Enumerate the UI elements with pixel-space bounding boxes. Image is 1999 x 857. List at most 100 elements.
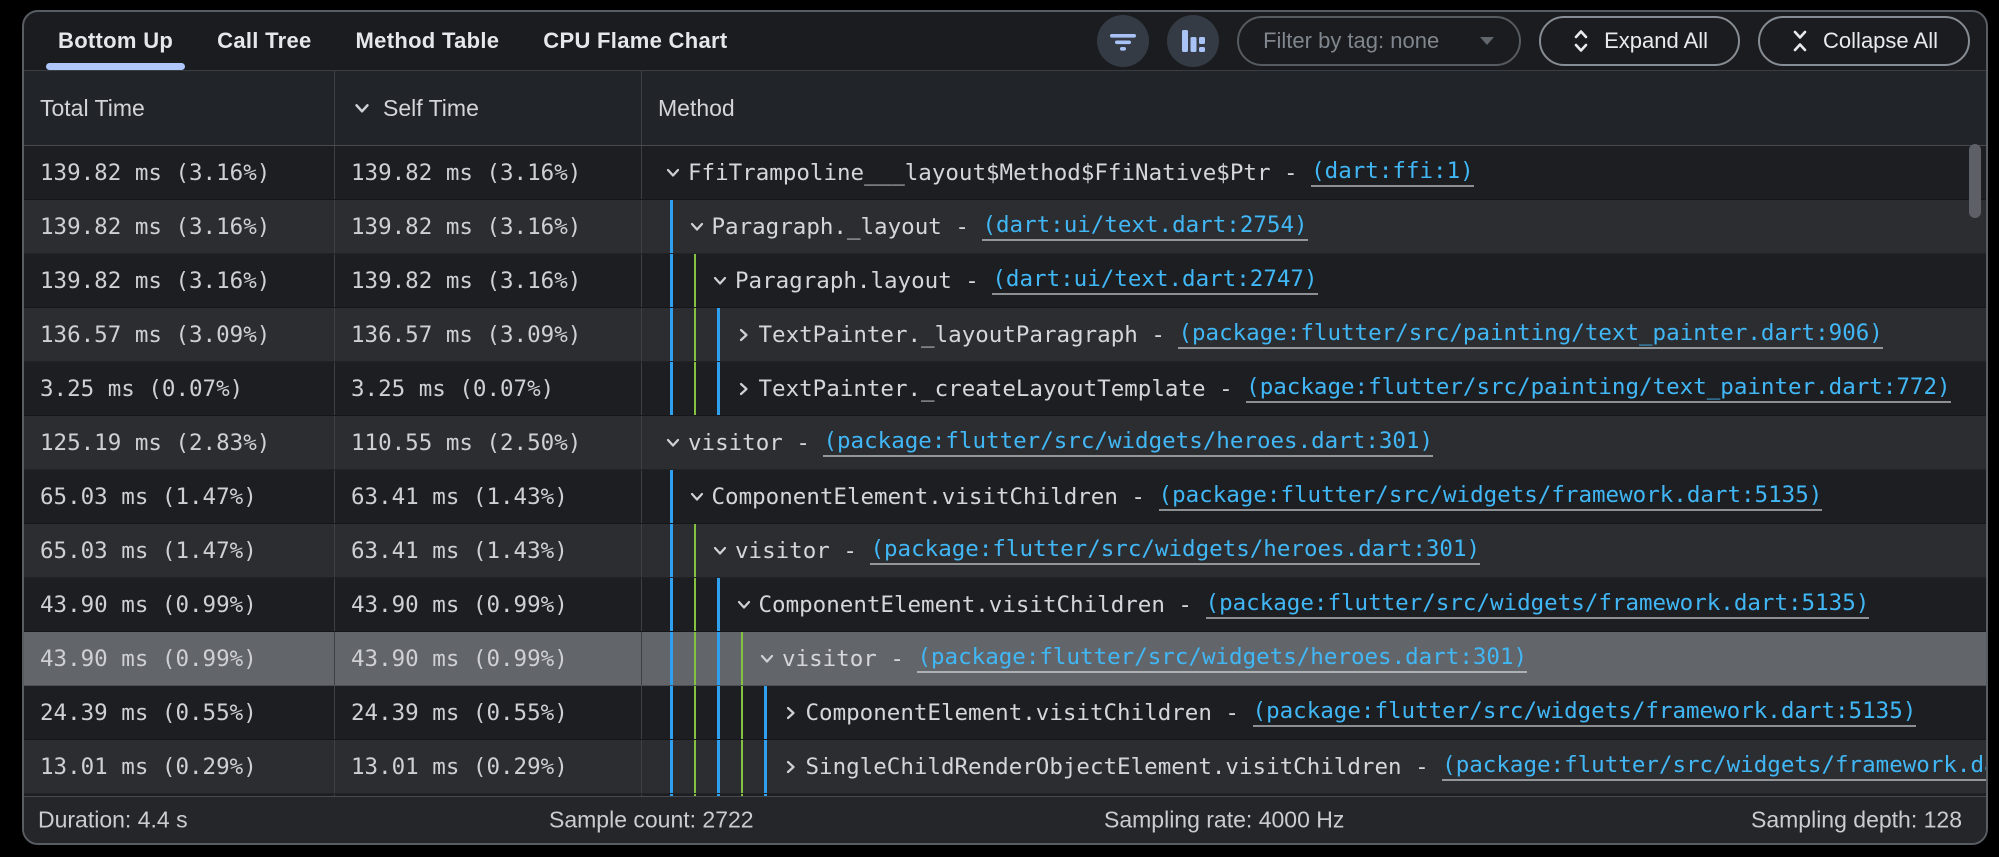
chevron-down-icon[interactable] — [663, 163, 683, 183]
tree-guide-line — [670, 308, 673, 361]
tree-guide-line — [694, 524, 697, 577]
source-link[interactable]: (dart:ffi:1) — [1311, 158, 1474, 187]
chevron-down-icon[interactable] — [710, 541, 730, 561]
chevron-down-icon[interactable] — [734, 595, 754, 615]
source-link[interactable]: (package:flutter/src/widgets/framework.d… — [1442, 752, 1986, 781]
table-row[interactable]: 43.90 ms (0.99%)43.90 ms (0.99%)Componen… — [24, 578, 1986, 632]
source-link[interactable]: (dart:ui/text.dart:2747) — [992, 266, 1317, 295]
self-time-cell: 110.55 ms (2.50%) — [335, 416, 642, 469]
tree-guide-line — [741, 740, 744, 793]
chevron-right-icon[interactable] — [734, 325, 754, 345]
display-options-button[interactable] — [1167, 15, 1219, 67]
method-cell: TextPainter._createLayoutTemplate - (pac… — [642, 362, 1986, 415]
column-header-method[interactable]: Method — [642, 71, 1986, 145]
total-time-cell: 3.25 ms (0.07%) — [24, 362, 335, 415]
expand-all-button[interactable]: Expand All — [1539, 16, 1740, 66]
chevron-down-icon[interactable] — [710, 271, 730, 291]
total-time-header-label: Total Time — [40, 95, 145, 122]
status-footer: Duration: 4.4 s Sample count: 2722 Sampl… — [24, 796, 1986, 843]
tab-label: CPU Flame Chart — [543, 28, 727, 54]
table-row[interactable]: 125.19 ms (2.83%)110.55 ms (2.50%)visito… — [24, 416, 1986, 470]
table-row[interactable]: 13.01 ms (0.29%)13.01 ms (0.29%)SingleCh… — [24, 740, 1986, 794]
source-link[interactable]: (package:flutter/src/widgets/heroes.dart… — [917, 644, 1527, 673]
tree-guide-line — [670, 686, 673, 739]
tab-call-tree[interactable]: Call Tree — [195, 12, 333, 70]
tab-label: Bottom Up — [58, 28, 173, 54]
source-link[interactable]: (package:flutter/src/painting/text_paint… — [1246, 374, 1950, 403]
filter-list-icon — [1109, 27, 1137, 55]
filter-by-tag-dropdown[interactable]: Filter by tag: none — [1237, 16, 1521, 66]
sampling-depth-stat: Sampling depth: 128 — [1751, 807, 1962, 834]
chevron-down-icon[interactable] — [687, 217, 707, 237]
table-row[interactable]: 43.90 ms (0.99%)43.90 ms (0.99%)visitor … — [24, 632, 1986, 686]
source-link[interactable]: (package:flutter/src/widgets/framework.d… — [1206, 590, 1870, 619]
chevron-right-icon[interactable] — [734, 379, 754, 399]
method-cell: ComponentElement.visitChildren - (packag… — [642, 686, 1986, 739]
tab-bottom-up[interactable]: Bottom Up — [36, 12, 195, 70]
table-row[interactable]: 65.03 ms (1.47%)63.41 ms (1.43%)visitor … — [24, 524, 1986, 578]
method-separator: - — [1212, 700, 1253, 726]
tree-guide-line — [741, 632, 744, 685]
table-row[interactable]: 3.25 ms (0.07%)3.25 ms (0.07%)TextPainte… — [24, 362, 1986, 416]
tab-label: Method Table — [356, 28, 500, 54]
source-link[interactable]: (package:flutter/src/painting/text_paint… — [1178, 320, 1882, 349]
method-separator: - — [783, 430, 824, 456]
chevron-down-icon[interactable] — [663, 433, 683, 453]
chevron-down-icon[interactable] — [687, 487, 707, 507]
chevron-right-icon[interactable] — [781, 757, 801, 777]
source-link[interactable]: (package:flutter/src/widgets/framework.d… — [1253, 698, 1917, 727]
source-link[interactable]: (package:flutter/src/widgets/heroes.dart… — [823, 428, 1433, 457]
total-time-cell: 65.03 ms (1.47%) — [24, 470, 335, 523]
sample-count-stat: Sample count: 2722 — [549, 807, 754, 834]
cpu-profiler-panel: Bottom Up Call Tree Method Table CPU Flame … — [22, 10, 1988, 845]
method-name: ComponentElement.visitChildren — [712, 484, 1118, 510]
table-row[interactable]: 136.57 ms (3.09%)136.57 ms (3.09%)TextPa… — [24, 308, 1986, 362]
table-row[interactable]: 24.39 ms (0.55%)24.39 ms (0.55%)Componen… — [24, 686, 1986, 740]
filter-button[interactable] — [1097, 15, 1149, 67]
source-link[interactable]: (package:flutter/src/widgets/heroes.dart… — [870, 536, 1480, 565]
tree-guide-line — [670, 740, 673, 793]
source-link[interactable]: (dart:ui/text.dart:2754) — [982, 212, 1307, 241]
tree-guide-line — [741, 686, 744, 739]
total-time-cell: 43.90 ms (0.99%) — [24, 632, 335, 685]
self-time-cell: 63.41 ms (1.43%) — [335, 470, 642, 523]
tree-guide-line — [694, 578, 697, 631]
table-row[interactable]: 65.03 ms (1.47%)63.41 ms (1.43%) Componen… — [24, 470, 1986, 524]
self-time-cell: 43.90 ms (0.99%) — [335, 632, 642, 685]
table-row[interactable]: 139.82 ms (3.16%)139.82 ms (3.16%)FfiTra… — [24, 146, 1986, 200]
profiler-tabs: Bottom Up Call Tree Method Table CPU Flame … — [24, 12, 750, 70]
tab-cpu-flame-chart[interactable]: CPU Flame Chart — [521, 12, 749, 70]
tree-guide-line — [717, 686, 720, 739]
method-cell: TextPainter._layoutParagraph - (package:… — [642, 308, 1986, 361]
chevron-right-icon[interactable] — [781, 703, 801, 723]
chevron-down-icon[interactable] — [757, 649, 777, 669]
collapse-all-button[interactable]: Collapse All — [1758, 16, 1970, 66]
method-name: ComponentElement.visitChildren — [806, 700, 1212, 726]
method-cell: SingleChildRenderObjectElement.visitChil… — [642, 740, 1986, 793]
table-row[interactable]: 139.82 ms (3.16%)139.82 ms (3.16%)Paragr… — [24, 254, 1986, 308]
table-row[interactable]: 139.82 ms (3.16%)139.82 ms (3.16%)Paragr… — [24, 200, 1986, 254]
self-time-cell: 139.82 ms (3.16%) — [335, 254, 642, 307]
self-time-cell: 139.82 ms (3.16%) — [335, 146, 642, 199]
method-name: ComponentElement.visitChildren — [759, 592, 1165, 618]
tree-guide-line — [694, 362, 697, 415]
tree-guide-line — [694, 632, 697, 685]
column-header-total-time[interactable]: Total Time — [24, 71, 335, 145]
vertical-scrollbar-thumb[interactable] — [1969, 144, 1981, 218]
column-header-self-time[interactable]: Self Time — [335, 71, 642, 145]
source-link[interactable]: (package:flutter/src/widgets/framework.d… — [1159, 482, 1823, 511]
method-separator: - — [1165, 592, 1206, 618]
tree-guide-line — [717, 740, 720, 793]
method-cell: visitor - (package:flutter/src/widgets/h… — [642, 632, 1986, 685]
self-time-cell: 63.41 ms (1.43%) — [335, 524, 642, 577]
tree-guide-line — [670, 470, 673, 523]
method-separator: - — [877, 646, 918, 672]
method-separator: - — [1138, 322, 1179, 348]
self-time-cell: 43.90 ms (0.99%) — [335, 578, 642, 631]
profile-table-body: 139.82 ms (3.16%)139.82 ms (3.16%)FfiTra… — [24, 146, 1986, 800]
sort-descending-icon — [351, 97, 373, 119]
tree-guide-line — [764, 686, 767, 739]
tree-guide-line — [694, 254, 697, 307]
tab-method-table[interactable]: Method Table — [334, 12, 522, 70]
method-separator: - — [1206, 376, 1247, 402]
